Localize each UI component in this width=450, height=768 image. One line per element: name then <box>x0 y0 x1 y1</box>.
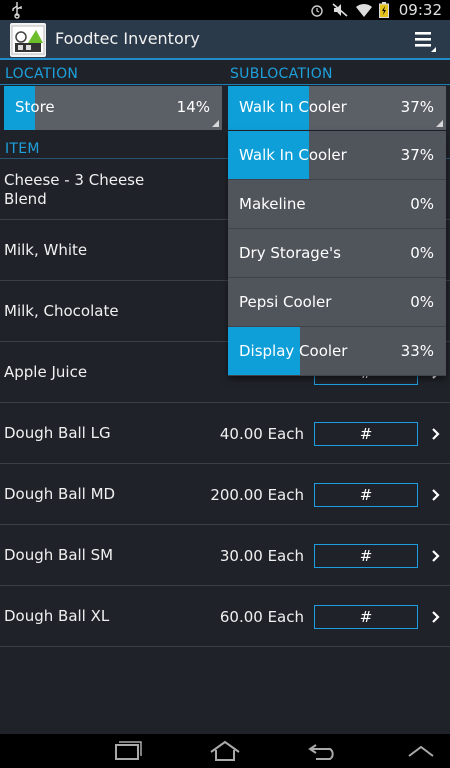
dropdown-item-label: Walk In Cooler <box>239 146 347 164</box>
dropdown-item[interactable]: Pepsi Cooler 0% <box>228 278 446 327</box>
table-row[interactable]: Dough Ball XL 60.00 Each # <box>0 587 450 647</box>
item-name: Dough Ball LG <box>4 424 111 442</box>
chevron-right-icon[interactable] <box>430 605 442 629</box>
location-label: Store <box>15 98 55 116</box>
sublocation-spinner[interactable]: Walk In Cooler 37% <box>228 86 446 130</box>
item-name: Milk, White <box>4 241 88 259</box>
chevron-right-icon[interactable] <box>430 483 442 507</box>
dropdown-item-label: Dry Storage's <box>239 244 341 262</box>
spinner-arrow-icon <box>436 120 443 127</box>
dropdown-item[interactable]: Display Cooler 33% <box>228 327 446 376</box>
item-quantity: 30.00 Each <box>219 547 304 565</box>
overflow-menu-icon[interactable] <box>412 27 438 53</box>
item-name: Milk, Chocolate <box>4 302 119 320</box>
dropdown-item-percent: 0% <box>410 293 434 311</box>
location-spinner[interactable]: Store 14% <box>4 86 222 130</box>
item-quantity: 40.00 Each <box>219 425 304 443</box>
alarm-icon <box>311 5 323 17</box>
item-quantity: 200.00 Each <box>210 486 304 504</box>
dropdown-item[interactable]: Makeline 0% <box>228 180 446 229</box>
chevron-right-icon[interactable] <box>430 544 442 568</box>
item-header: ITEM <box>5 141 40 157</box>
recent-apps-icon[interactable] <box>110 739 144 763</box>
table-row[interactable]: Dough Ball LG 40.00 Each # <box>0 404 450 464</box>
count-input[interactable]: # <box>314 422 418 446</box>
dropdown-item-percent: 0% <box>410 195 434 213</box>
dropdown-item-label: Makeline <box>239 195 306 213</box>
location-header: LOCATION <box>5 66 79 82</box>
item-name: Apple Juice <box>4 363 88 381</box>
navigation-bar <box>0 734 450 768</box>
chevron-up-icon[interactable] <box>404 739 438 763</box>
location-percent: 14% <box>176 98 210 116</box>
sublocation-header: SUBLOCATION <box>230 66 333 82</box>
dropdown-item-percent: 37% <box>400 146 434 164</box>
foodtec-logo-icon <box>10 23 46 57</box>
count-input[interactable]: # <box>314 605 418 629</box>
app-title: Foodtec Inventory <box>55 29 200 48</box>
dropdown-item-label: Pepsi Cooler <box>239 293 332 311</box>
status-bar: 09:32 <box>0 0 450 20</box>
back-icon[interactable] <box>306 739 340 763</box>
item-name: Cheese - 3 Cheese Blend <box>4 171 145 208</box>
table-row[interactable]: Dough Ball SM 30.00 Each # <box>0 526 450 586</box>
status-time: 09:32 <box>398 1 442 19</box>
sublocation-dropdown: Walk In Cooler 37% Makeline 0% Dry Storage's… <box>228 131 446 376</box>
action-bar: Foodtec Inventory <box>0 20 450 60</box>
spinner-arrow-icon <box>212 120 219 127</box>
item-name: Dough Ball XL <box>4 607 110 625</box>
header-divider <box>0 84 450 85</box>
dropdown-item-percent: 0% <box>410 244 434 262</box>
dropdown-item-percent: 33% <box>400 342 434 360</box>
home-icon[interactable] <box>208 739 242 763</box>
sublocation-label: Walk In Cooler <box>239 98 347 116</box>
mute-icon <box>332 3 348 17</box>
count-input[interactable]: # <box>314 544 418 568</box>
count-input[interactable]: # <box>314 483 418 507</box>
table-row[interactable]: Dough Ball MD 200.00 Each # <box>0 465 450 525</box>
item-name: Dough Ball SM <box>4 546 114 564</box>
item-name: Dough Ball MD <box>4 485 116 503</box>
wifi-icon <box>355 3 372 17</box>
dropdown-item[interactable]: Walk In Cooler 37% <box>228 131 446 180</box>
battery-icon <box>378 2 389 18</box>
item-quantity: 60.00 Each <box>219 608 304 626</box>
dropdown-item-label: Display Cooler <box>239 342 348 360</box>
chevron-right-icon[interactable] <box>430 422 442 446</box>
usb-icon <box>12 2 22 19</box>
sublocation-percent: 37% <box>400 98 434 116</box>
dropdown-item[interactable]: Dry Storage's 0% <box>228 229 446 278</box>
